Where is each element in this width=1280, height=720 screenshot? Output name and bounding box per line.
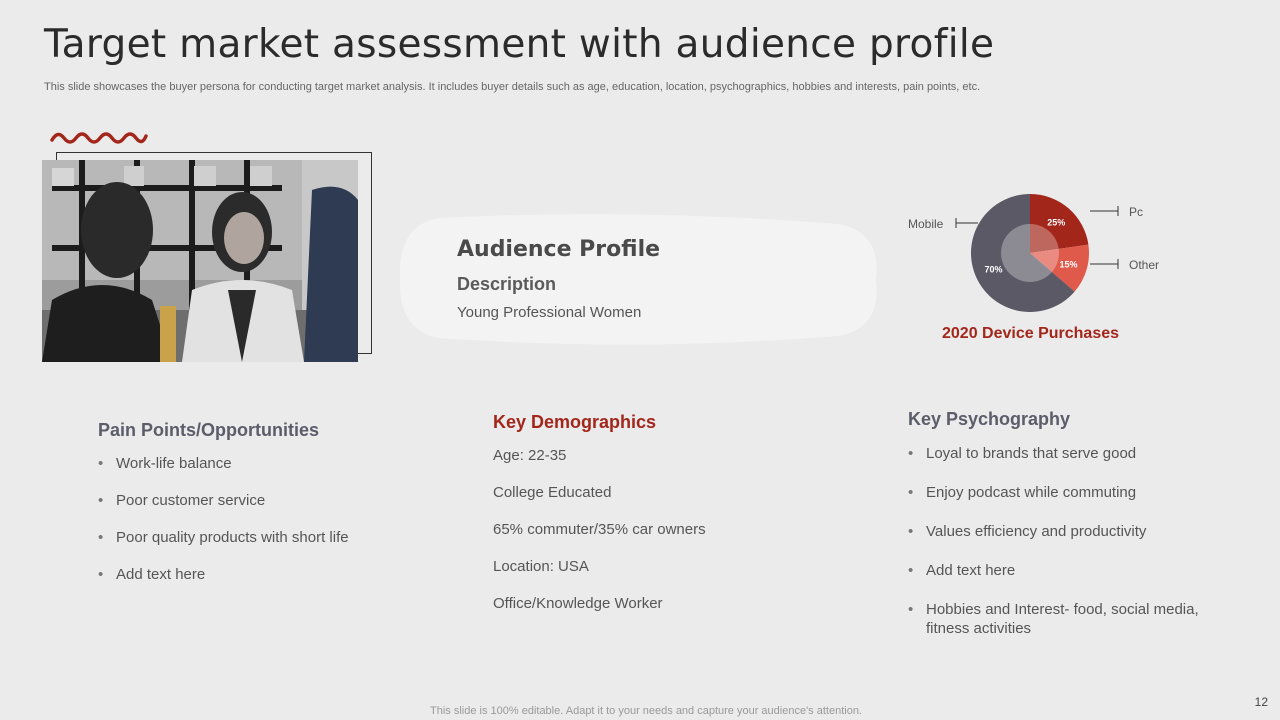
page-number: 12 <box>1254 695 1268 709</box>
list-item: Location: USA <box>493 558 589 575</box>
list-item: Poor customer service <box>98 492 438 509</box>
chart-title: 2020 Device Purchases <box>942 325 1120 342</box>
slide-subtitle: This slide showcases the buyer persona f… <box>44 81 981 93</box>
list-item: Values efficiency and productivity <box>908 522 1248 541</box>
device-pie-chart: 25% 15% 70% Mobile Pc Other <box>900 188 1180 318</box>
slide-title: Target market assessment with audience p… <box>44 22 995 67</box>
list-item: Office/Knowledge Worker <box>493 595 663 612</box>
profile-description-label: Description <box>457 274 557 294</box>
legend-label-other: Other <box>1129 258 1159 272</box>
zigzag-decoration <box>50 132 148 144</box>
legend-label-mobile: Mobile <box>908 217 944 231</box>
list-item: Add text here <box>908 561 1248 580</box>
list-item: 65% commuter/35% car owners <box>493 521 706 538</box>
slide-footer: This slide is 100% editable. Adapt it to… <box>430 705 862 717</box>
psychography-section: Key Psychography Loyal to brands that se… <box>908 409 1248 638</box>
persona-photo <box>42 160 358 362</box>
psychography-title: Key Psychography <box>908 409 1071 429</box>
list-item: Work-life balance <box>98 455 438 472</box>
legend-label-pc: Pc <box>1129 205 1143 219</box>
pie-center-overlay <box>1001 224 1059 282</box>
pain-points-section: Pain Points/Opportunities Work-life bala… <box>98 420 438 603</box>
list-item: Poor quality products with short life <box>98 529 438 546</box>
list-item: Enjoy podcast while commuting <box>908 483 1248 502</box>
list-item: Age: 22-35 <box>493 447 567 464</box>
list-item: Loyal to brands that serve good <box>908 444 1248 463</box>
demographics-title: Key Demographics <box>493 412 657 432</box>
pie-value-label-other: 15% <box>1059 259 1077 269</box>
pain-points-title: Pain Points/Opportunities <box>98 420 320 440</box>
list-item: Hobbies and Interest- food, social media… <box>908 600 1218 638</box>
demographics-section: Key Demographics Age: 22-35 College Educ… <box>493 412 833 632</box>
list-item: College Educated <box>493 484 612 501</box>
pie-value-label-mobile: 70% <box>984 265 1002 275</box>
list-item: Add text here <box>98 566 438 583</box>
profile-description: Young Professional Women <box>457 304 642 321</box>
pie-value-label-pc: 25% <box>1047 218 1065 228</box>
profile-title: Audience Profile <box>457 237 661 262</box>
